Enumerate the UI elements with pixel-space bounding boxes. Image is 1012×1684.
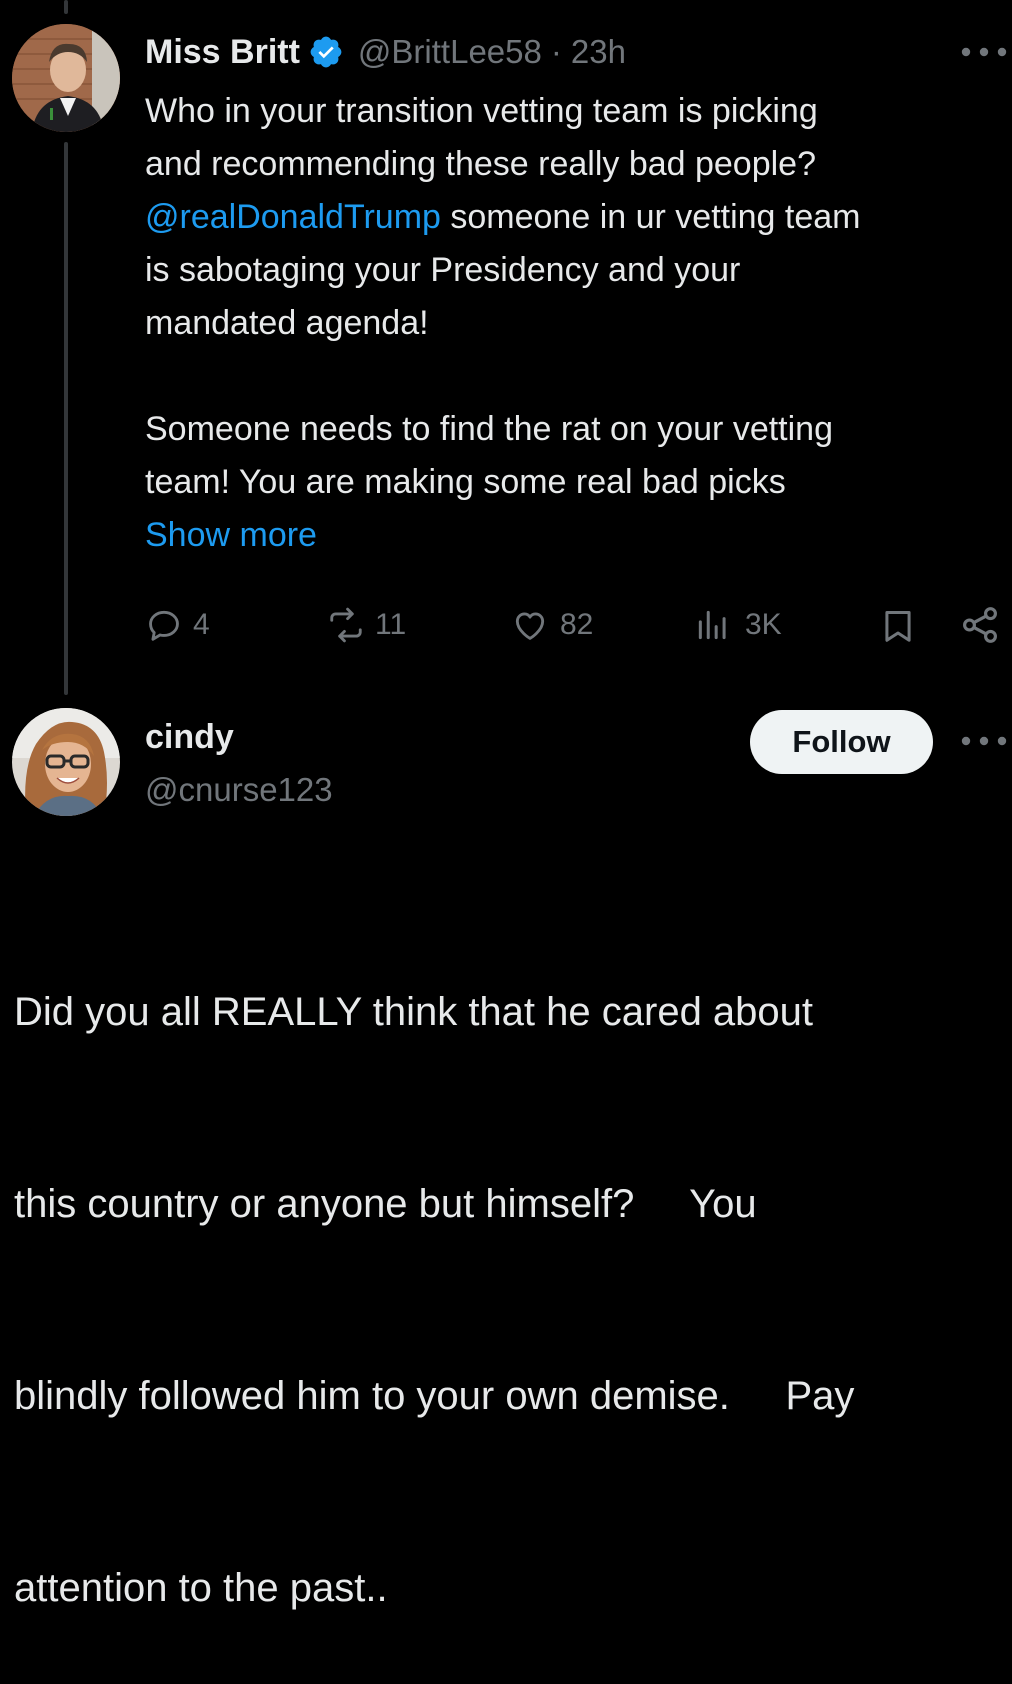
views-icon: [698, 610, 726, 640]
repost-button[interactable]: 11: [325, 606, 406, 644]
tweet-text-line: team! You are making some real bad picks: [145, 463, 786, 501]
separator: ·: [550, 33, 562, 70]
tweet-text-line: is sabotaging your Presidency and your: [145, 251, 741, 289]
user-handle[interactable]: @BrittLee58: [358, 33, 542, 71]
tweet-header: Miss Britt @BrittLee58 · 23h: [145, 30, 626, 74]
reply-text-line: this country or anyone but himself? You: [14, 1182, 757, 1226]
user-handle[interactable]: @cnurse123: [145, 768, 333, 812]
reply-count: 4: [193, 608, 210, 641]
reply-text-line: blindly followed him to your own demise.…: [14, 1374, 855, 1418]
verified-badge-icon: [308, 34, 344, 70]
tweet-text-fragment: someone in ur vetting team: [440, 198, 861, 236]
more-icon[interactable]: [954, 731, 1012, 751]
views-button[interactable]: 3K: [693, 606, 782, 644]
like-count: 82: [560, 608, 594, 641]
bookmark-icon[interactable]: [879, 606, 917, 646]
repost-count: 11: [375, 608, 407, 641]
action-bar: 4 11 82 3K: [145, 600, 1005, 650]
avatar[interactable]: [12, 708, 120, 816]
tweet-text-line: @realDonaldTrump someone in ur vetting t…: [145, 191, 1005, 244]
views-count: 3K: [745, 608, 782, 641]
reply-text-line: attention to the past..: [14, 1566, 388, 1610]
mention-link[interactable]: @realDonaldTrump: [145, 198, 441, 236]
thread-line: [64, 142, 68, 695]
tweet-text: Who in your transition vetting team is p…: [145, 85, 1005, 562]
avatar-photo: [12, 708, 120, 816]
like-button[interactable]: 82: [510, 606, 593, 644]
like-icon: [515, 612, 545, 640]
share-icon[interactable]: [959, 604, 1001, 646]
display-name[interactable]: Miss Britt: [145, 33, 300, 72]
follow-button[interactable]: Follow: [750, 710, 933, 774]
reply-icon: [149, 610, 179, 641]
avatar[interactable]: [12, 24, 120, 132]
more-icon[interactable]: [954, 42, 1012, 62]
tweet-text-line: Someone needs to find the rat on your ve…: [145, 410, 834, 448]
repost-icon: [330, 607, 362, 643]
display-name[interactable]: cindy: [145, 715, 234, 759]
show-more-link[interactable]: Show more: [145, 509, 1005, 562]
reply-text: Did you all REALLY think that he cared a…: [14, 852, 1004, 1684]
reply-button[interactable]: 4: [145, 606, 210, 644]
timestamp[interactable]: 23h: [571, 33, 626, 71]
avatar-photo: [12, 24, 120, 132]
tweet-text-line: and recommending these really bad people…: [145, 145, 817, 183]
thread-line-top: [64, 0, 68, 14]
tweet-text-line: Who in your transition vetting team is p…: [145, 92, 818, 130]
reply-text-line: Did you all REALLY think that he cared a…: [14, 990, 814, 1034]
tweet-text-line: mandated agenda!: [145, 304, 429, 342]
